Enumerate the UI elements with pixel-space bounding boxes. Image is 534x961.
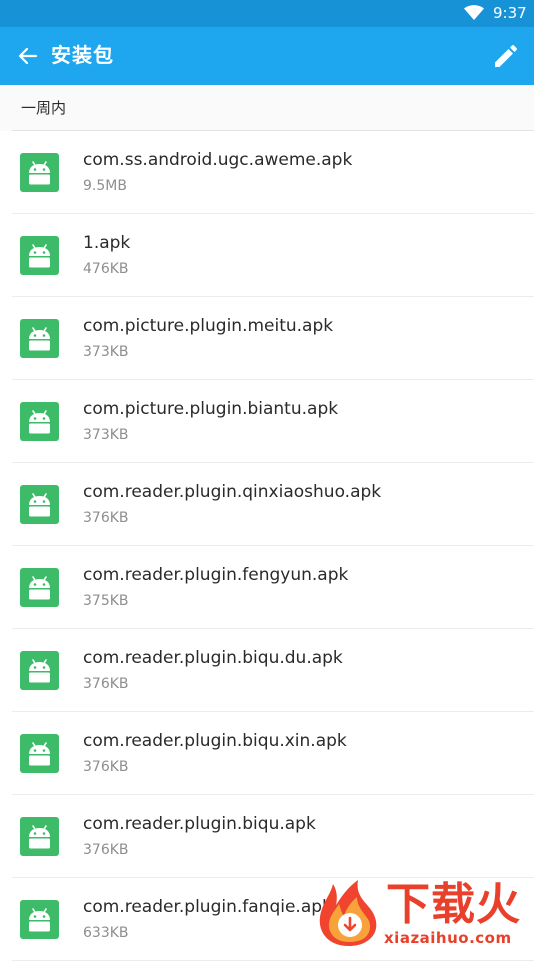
file-row[interactable]: com.picture.plugin.biantu.apk 373KB xyxy=(0,380,534,463)
file-row[interactable]: com.ss.android.ugc.aweme.apk 9.5MB xyxy=(0,131,534,214)
file-row[interactable]: com.reader.plugin.fengyun.apk 375KB xyxy=(0,546,534,629)
android-apk-icon xyxy=(20,900,59,939)
file-name: com.reader.plugin.qinxiaoshuo.apk xyxy=(83,482,382,502)
file-row[interactable]: com.reader.plugin.biqu.apk 376KB xyxy=(0,795,534,878)
file-size: 373KB xyxy=(83,427,129,443)
status-time: 9:37 xyxy=(493,4,527,22)
file-name: com.reader.plugin.biqu.du.apk xyxy=(83,648,343,668)
file-name: com.ss.android.ugc.aweme.apk xyxy=(83,150,353,170)
file-name: com.reader.plugin.biqu.apk xyxy=(83,814,316,834)
wifi-icon xyxy=(464,5,484,21)
file-size: 633KB xyxy=(83,925,129,941)
android-apk-icon xyxy=(20,651,59,690)
android-apk-icon xyxy=(20,734,59,773)
file-size: 376KB xyxy=(83,510,129,526)
file-row[interactable]: com.reader.plugin.biqu.xin.apk 376KB xyxy=(0,712,534,795)
android-apk-icon xyxy=(20,153,59,192)
back-arrow-icon[interactable] xyxy=(15,43,41,69)
android-apk-icon xyxy=(20,817,59,856)
file-name: com.picture.plugin.biantu.apk xyxy=(83,399,339,419)
pencil-icon[interactable] xyxy=(491,43,519,71)
status-bar: 9:37 xyxy=(0,0,534,27)
file-name: com.reader.plugin.biqu.xin.apk xyxy=(83,731,347,751)
file-name: com.reader.plugin.fanqie.apl xyxy=(83,897,327,917)
android-apk-icon xyxy=(20,485,59,524)
section-header: 一周内 xyxy=(0,85,534,131)
file-name: com.reader.plugin.fengyun.apk xyxy=(83,565,349,585)
file-row[interactable]: com.picture.plugin.meitu.apk 373KB xyxy=(0,297,534,380)
android-apk-icon xyxy=(20,402,59,441)
android-apk-icon xyxy=(20,568,59,607)
file-size: 476KB xyxy=(83,261,129,277)
file-row[interactable]: com.reader.plugin.qinxiaoshuo.apk 376KB xyxy=(0,463,534,546)
file-row[interactable]: 1.apk 476KB xyxy=(0,214,534,297)
section-label: 一周内 xyxy=(21,99,67,117)
file-size: 376KB xyxy=(83,676,129,692)
file-row[interactable]: com.reader.plugin.biqu.du.apk 376KB xyxy=(0,629,534,712)
file-size: 373KB xyxy=(83,344,129,360)
file-size: 376KB xyxy=(83,759,129,775)
android-apk-icon xyxy=(20,319,59,358)
file-name: 1.apk xyxy=(83,233,131,253)
file-list: com.ss.android.ugc.aweme.apk 9.5MB 1.apk 47… xyxy=(0,131,534,961)
file-name: com.picture.plugin.meitu.apk xyxy=(83,316,334,336)
app-bar: 安装包 xyxy=(0,27,534,85)
page-title: 安装包 xyxy=(51,43,114,67)
android-apk-icon xyxy=(20,236,59,275)
file-size: 376KB xyxy=(83,842,129,858)
file-size: 9.5MB xyxy=(83,178,127,194)
file-size: 375KB xyxy=(83,593,129,609)
